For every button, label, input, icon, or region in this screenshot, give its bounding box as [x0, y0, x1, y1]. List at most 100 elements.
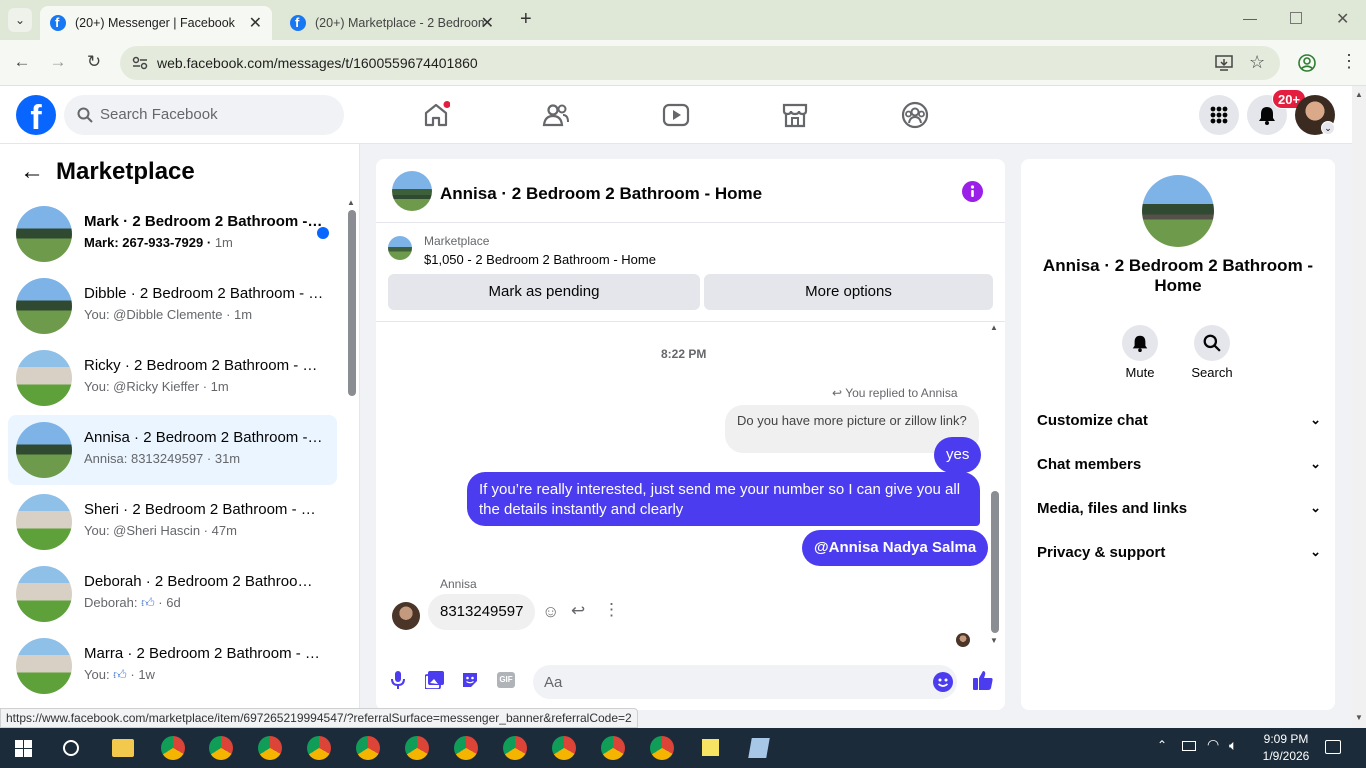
install-app-icon[interactable] — [1215, 55, 1233, 71]
close-window-icon[interactable]: ✕ — [1336, 9, 1349, 29]
wifi-icon[interactable]: ◠ — [1207, 736, 1219, 753]
chrome-icon[interactable] — [161, 736, 185, 760]
chat-title[interactable]: Annisa · 2 Bedroom 2 Bathroom - Home — [440, 184, 762, 204]
scroll-up-icon[interactable]: ▲ — [1355, 90, 1363, 99]
menu-grid-button[interactable] — [1199, 95, 1239, 135]
message-bubble[interactable]: yes — [934, 437, 982, 473]
home-icon[interactable] — [422, 101, 450, 129]
conversation-item[interactable]: Deborah · 2 Bedroom 2 Bathroom - Home Deb… — [8, 559, 337, 629]
marketplace-icon[interactable] — [781, 101, 809, 129]
conversation-item[interactable]: Mark · 2 Bedroom 2 Bathroom - Home Mark: … — [8, 199, 337, 269]
chat-members-item[interactable]: Chat members ⌄ — [1037, 456, 1321, 473]
photo-icon[interactable] — [425, 671, 444, 689]
file-explorer-icon[interactable] — [112, 739, 134, 757]
app-icon[interactable] — [748, 738, 770, 758]
reply-icon[interactable]: ↩ — [571, 601, 585, 621]
listing-title[interactable]: $1,050 - 2 Bedroom 2 Bathroom - Home — [424, 252, 656, 267]
chrome-icon[interactable] — [650, 736, 674, 760]
details-avatar[interactable] — [1142, 175, 1214, 247]
profile-icon[interactable] — [1298, 54, 1316, 72]
sticky-notes-icon[interactable] — [702, 739, 719, 756]
scroll-down-icon[interactable]: ▼ — [1355, 713, 1363, 722]
like-icon[interactable] — [972, 669, 994, 691]
chrome-icon[interactable] — [601, 736, 625, 760]
reload-icon[interactable]: ↻ — [83, 51, 105, 73]
sticker-icon[interactable] — [461, 671, 479, 689]
listing-thumbnail[interactable] — [388, 236, 412, 260]
chrome-icon[interactable] — [356, 736, 380, 760]
react-icon[interactable]: ☺ — [542, 602, 559, 622]
site-info-icon[interactable] — [132, 56, 148, 70]
video-icon[interactable] — [662, 101, 690, 129]
chrome-icon[interactable] — [307, 736, 331, 760]
clock-time[interactable]: 9:09 PM — [1261, 732, 1311, 746]
mark-pending-button[interactable]: Mark as pending — [388, 274, 700, 310]
account-chevron-icon[interactable]: ⌄ — [1321, 121, 1335, 135]
media-files-links-item[interactable]: Media, files and links ⌄ — [1037, 500, 1321, 517]
chat-avatar[interactable] — [392, 171, 432, 211]
facebook-logo-icon[interactable]: f — [16, 95, 56, 135]
emoji-icon[interactable] — [933, 672, 953, 692]
gif-icon[interactable]: GIF — [497, 672, 515, 688]
mention-bubble[interactable]: @Annisa Nadya Salma — [802, 530, 989, 566]
chrome-icon[interactable] — [258, 736, 282, 760]
mute-button[interactable]: Mute — [1120, 325, 1160, 380]
chrome-icon[interactable] — [405, 736, 429, 760]
minimize-icon[interactable]: — — [1243, 10, 1257, 26]
browser-menu-icon[interactable]: ⋮ — [1340, 52, 1358, 70]
scroll-up-icon[interactable]: ▲ — [347, 198, 355, 207]
more-options-button[interactable]: More options — [704, 274, 993, 310]
battery-icon[interactable] — [1182, 741, 1196, 751]
conversation-item[interactable]: Dibble · 2 Bedroom 2 Bathroom - Home You:… — [8, 271, 337, 341]
conversation-preview-line: Annisa: 8313249597 · 31m — [84, 451, 240, 466]
restore-icon[interactable] — [1290, 12, 1302, 24]
forward-icon[interactable]: → — [47, 51, 69, 73]
customize-chat-item[interactable]: Customize chat ⌄ — [1037, 412, 1321, 429]
back-arrow-icon[interactable]: ← — [20, 158, 44, 186]
listing-banner[interactable]: Marketplace $1,050 - 2 Bedroom 2 Bathroo… — [376, 224, 1005, 322]
message-input[interactable]: Aa — [533, 665, 957, 699]
close-tab-icon[interactable]: ✕ — [249, 13, 262, 33]
chrome-icon[interactable] — [503, 736, 527, 760]
conversation-item[interactable]: Ricky · 2 Bedroom 2 Bathroom - Home You: … — [8, 343, 337, 413]
sender-avatar[interactable] — [392, 602, 420, 630]
scroll-thumb[interactable] — [348, 210, 356, 396]
close-tab-icon[interactable]: ✕ — [481, 13, 494, 33]
tab-search-button[interactable]: ⌄ — [8, 8, 32, 32]
conversation-item[interactable]: Marra · 2 Bedroom 2 Bathroom - Home You: … — [8, 631, 337, 701]
conversation-item[interactable]: Annisa · 2 Bedroom 2 Bathroom - Home Anni… — [8, 415, 337, 485]
notification-center-icon[interactable] — [1325, 740, 1341, 754]
scroll-up-icon[interactable]: ▲ — [990, 323, 998, 332]
chrome-icon[interactable] — [454, 736, 478, 760]
message-bubble[interactable]: 8313249597 — [428, 594, 536, 630]
conversation-item[interactable]: Sheri · 2 Bedroom 2 Bathroom - Home You: … — [8, 487, 337, 557]
page-scrollbar[interactable]: ▲ ▼ — [1352, 86, 1366, 728]
scroll-thumb[interactable] — [991, 491, 999, 633]
chrome-icon[interactable] — [552, 736, 576, 760]
search-input[interactable]: Search Facebook — [64, 95, 344, 135]
volume-icon[interactable]: 🔈︎ — [1229, 737, 1237, 754]
microphone-icon[interactable] — [390, 670, 406, 690]
show-hidden-icons[interactable]: ⌃ — [1157, 738, 1167, 752]
message-bubble[interactable]: If you’re really interested, just send m… — [467, 472, 980, 526]
message-scrollbar[interactable]: ▲ ▼ — [990, 323, 1000, 649]
privacy-support-item[interactable]: Privacy & support ⌄ — [1037, 544, 1321, 561]
friends-icon[interactable] — [542, 101, 570, 129]
tab-messenger[interactable]: (20+) Messenger | Facebook ✕ — [40, 6, 272, 40]
cortana-search-icon[interactable] — [63, 740, 79, 756]
scroll-down-icon[interactable]: ▼ — [990, 636, 998, 645]
search-conversation-button[interactable]: Search — [1188, 325, 1236, 380]
groups-icon[interactable] — [901, 101, 929, 129]
clock-date[interactable]: 1/9/2026 — [1256, 749, 1316, 763]
tab-marketplace[interactable]: (20+) Marketplace - 2 Bedroom ✕ — [280, 6, 504, 40]
back-icon[interactable]: ← — [11, 51, 33, 73]
info-icon[interactable] — [962, 181, 983, 202]
new-tab-icon[interactable]: + — [520, 8, 532, 31]
more-actions-icon[interactable]: ⋮ — [603, 600, 620, 620]
section-label: Media, files and links — [1037, 500, 1188, 517]
bookmark-star-icon[interactable]: ☆ — [1249, 52, 1265, 73]
windows-start-icon[interactable] — [15, 740, 32, 757]
chrome-icon[interactable] — [209, 736, 233, 760]
list-scrollbar[interactable]: ▲ — [347, 198, 356, 710]
address-bar[interactable]: web.facebook.com/messages/t/160055967440… — [120, 46, 1280, 80]
